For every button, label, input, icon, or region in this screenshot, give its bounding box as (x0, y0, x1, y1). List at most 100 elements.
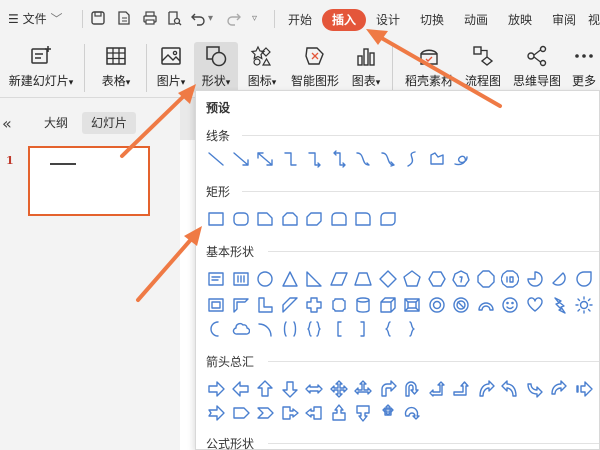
text-box-shape[interactable] (204, 267, 229, 291)
smiley-face-shape[interactable] (498, 293, 523, 317)
save-icon[interactable] (90, 10, 106, 26)
left-right-arrow-shape[interactable] (302, 377, 327, 401)
left-brace-shape[interactable] (376, 317, 401, 341)
l-shape[interactable] (253, 293, 278, 317)
right-arrow-shape[interactable] (204, 377, 229, 401)
tab-view[interactable]: 视 (588, 9, 600, 31)
tab-insert[interactable]: 插入 (322, 9, 366, 31)
no-symbol-shape[interactable] (449, 293, 474, 317)
snip-same-side-rectangle-shape[interactable] (278, 207, 303, 231)
right-brace-shape[interactable] (400, 317, 425, 341)
left-up-arrow-shape[interactable] (425, 377, 450, 401)
curved-arrow-connector-shape[interactable] (376, 147, 401, 171)
new-slide-button[interactable]: 新建幻灯片▾ (2, 42, 80, 94)
undo-icon[interactable] (190, 10, 206, 26)
arrow-line-shape[interactable] (229, 147, 254, 171)
triangle-shape[interactable] (278, 267, 303, 291)
tab-home[interactable]: 开始 (282, 9, 318, 31)
curved-left-arrow-shape[interactable] (498, 377, 523, 401)
curved-up-arrow-shape[interactable] (523, 377, 548, 401)
snip-diagonal-rectangle-shape[interactable] (302, 207, 327, 231)
quad-arrow-callout-shape[interactable] (376, 401, 401, 425)
chevron-shape[interactable] (253, 401, 278, 425)
left-arrow-callout-shape[interactable] (302, 401, 327, 425)
smart-graphic-button[interactable]: 智能图形 (286, 42, 344, 94)
quad-arrow-shape[interactable] (327, 377, 352, 401)
left-right-up-arrow-shape[interactable] (351, 377, 376, 401)
double-bracket-shape[interactable] (278, 317, 303, 341)
oval-shape[interactable] (253, 267, 278, 291)
arc-shape[interactable] (253, 317, 278, 341)
elbow-connector-shape[interactable] (278, 147, 303, 171)
round-same-side-rectangle-shape[interactable] (327, 207, 352, 231)
pentagon-arrow-shape[interactable] (229, 401, 254, 425)
moon-shape[interactable] (204, 317, 229, 341)
diamond-shape[interactable] (376, 267, 401, 291)
right-bracket-shape[interactable] (351, 317, 376, 341)
up-arrow-shape[interactable] (253, 377, 278, 401)
elbow-arrow-connector-shape[interactable] (302, 147, 327, 171)
snip-corner-rectangle-shape[interactable] (253, 207, 278, 231)
up-arrow-callout-shape[interactable] (327, 401, 352, 425)
parallelogram-shape[interactable] (327, 267, 352, 291)
icons-button[interactable]: 图标▾ (240, 42, 284, 94)
donut-shape[interactable] (425, 293, 450, 317)
docer-material-button[interactable]: 稻壳素材 (400, 42, 458, 94)
slide-thumbnail[interactable] (28, 146, 150, 216)
octagon-shape[interactable] (474, 267, 499, 291)
file-menu[interactable]: ☰ 文件 ﹀ (8, 9, 62, 29)
curve-shape[interactable] (400, 147, 425, 171)
circular-arrow-shape[interactable] (400, 401, 425, 425)
trapezoid-shape[interactable] (351, 267, 376, 291)
can-shape[interactable] (351, 293, 376, 317)
bevel-shape[interactable] (400, 293, 425, 317)
flowchart-button[interactable]: 流程图 (460, 42, 506, 94)
round-diagonal-rectangle-shape[interactable] (376, 207, 401, 231)
redo-icon[interactable] (226, 10, 242, 26)
mindmap-button[interactable]: 思维导图 (508, 42, 566, 94)
export-pdf-icon[interactable] (116, 10, 132, 26)
rounded-rectangle-shape[interactable] (229, 207, 254, 231)
tab-transitions[interactable]: 切换 (414, 9, 450, 31)
cloud-shape[interactable] (229, 317, 254, 341)
pie-shape[interactable] (523, 267, 548, 291)
down-arrow-callout-shape[interactable] (351, 401, 376, 425)
curved-right-arrow-shape[interactable] (474, 377, 499, 401)
double-brace-shape[interactable] (302, 317, 327, 341)
round-single-corner-rectangle-shape[interactable] (351, 207, 376, 231)
plaque-shape[interactable] (327, 293, 352, 317)
pentagon-shape[interactable] (400, 267, 425, 291)
print-icon[interactable] (142, 10, 158, 26)
frame-shape[interactable] (204, 293, 229, 317)
scribble-shape[interactable] (449, 147, 474, 171)
curved-down-arrow-shape[interactable] (547, 377, 572, 401)
curved-connector-shape[interactable] (351, 147, 376, 171)
left-arrow-shape[interactable] (229, 377, 254, 401)
heart-shape[interactable] (523, 293, 548, 317)
tab-design[interactable]: 设计 (370, 9, 406, 31)
heptagon-shape[interactable] (449, 267, 474, 291)
chart-button[interactable]: 图表▾ (346, 42, 386, 94)
chord-shape[interactable] (547, 267, 572, 291)
left-bracket-shape[interactable] (327, 317, 352, 341)
tab-slideshow[interactable]: 放映 (502, 9, 538, 31)
vertical-text-box-shape[interactable] (229, 267, 254, 291)
u-turn-arrow-shape[interactable] (400, 377, 425, 401)
half-frame-shape[interactable] (229, 293, 254, 317)
bent-arrow-shape[interactable] (376, 377, 401, 401)
sun-shape[interactable] (572, 293, 597, 317)
tab-review[interactable]: 审阅 (546, 9, 582, 31)
bent-up-arrow-shape[interactable] (449, 377, 474, 401)
rectangle-shape[interactable] (204, 207, 229, 231)
plus-shape[interactable] (302, 293, 327, 317)
teardrop-shape[interactable] (572, 267, 597, 291)
right-arrow-callout-shape[interactable] (278, 401, 303, 425)
right-triangle-shape[interactable] (302, 267, 327, 291)
decagon-shape[interactable] (498, 267, 523, 291)
elbow-double-arrow-connector-shape[interactable] (327, 147, 352, 171)
down-arrow-shape[interactable] (278, 377, 303, 401)
striped-right-arrow-shape[interactable] (572, 377, 597, 401)
hexagon-shape[interactable] (425, 267, 450, 291)
line-shape[interactable] (204, 147, 229, 171)
double-arrow-line-shape[interactable] (253, 147, 278, 171)
